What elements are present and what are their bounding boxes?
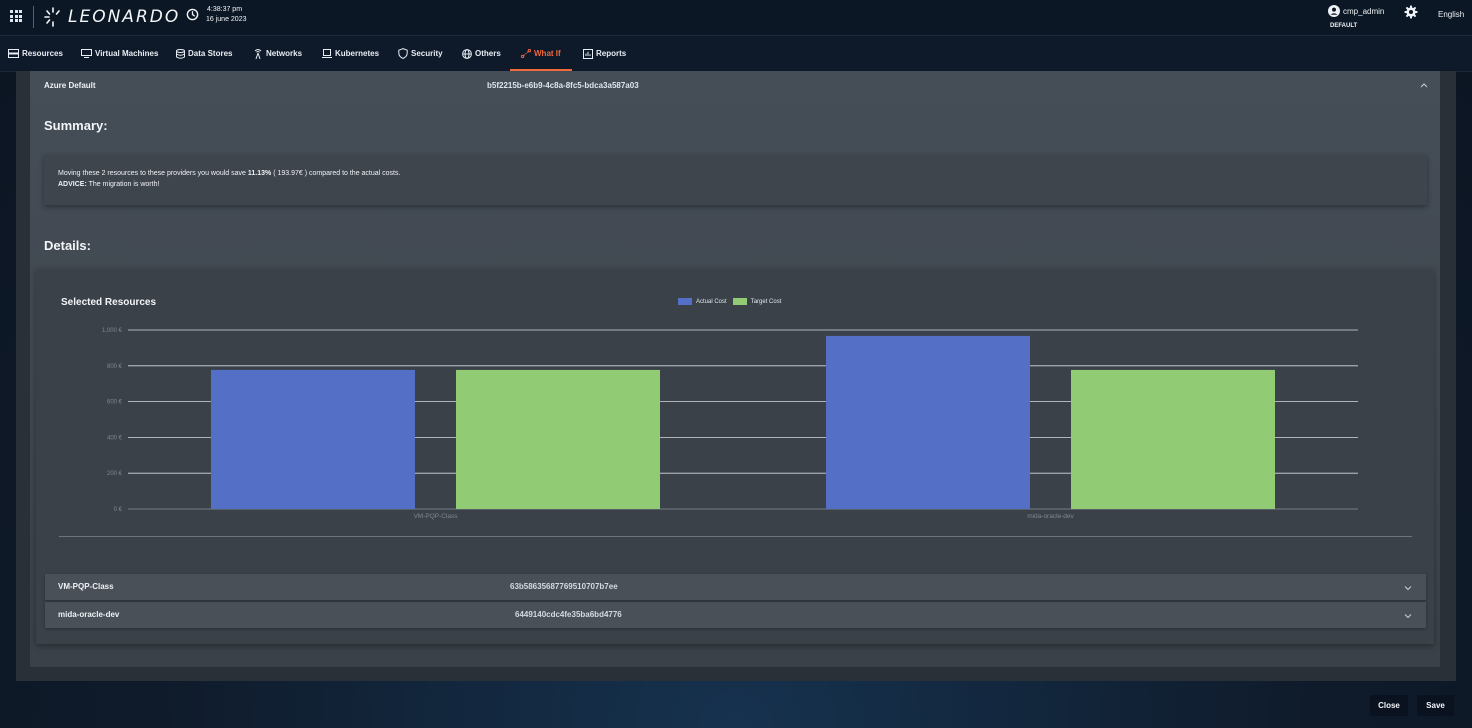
advice-text: ADVICE: The migration is worth! <box>58 181 159 188</box>
database-icon <box>176 48 185 59</box>
summary-text: Moving these 2 resources to these provid… <box>58 170 400 177</box>
bar-chart: 0 € 200 € 400 € 600 € 800 € 1,000 € VM-PQP-Cla… <box>102 328 1358 520</box>
user-avatar-icon <box>1328 5 1340 17</box>
nav-item-reports[interactable]: Reports <box>583 36 626 71</box>
current-time: 4:38:37 pm <box>207 6 243 13</box>
y-tick-label: 200 € <box>107 471 123 477</box>
chevron-down-icon[interactable] <box>1404 585 1412 591</box>
resource-id: 63b58635687769510707b7ee <box>510 582 618 591</box>
divider <box>59 536 1412 537</box>
chart-title: Selected Resources <box>61 297 157 308</box>
brand-logo[interactable]: LEONARDO <box>44 5 180 29</box>
summary-heading: Summary: <box>44 118 108 133</box>
provider-id: b5f2215b-e6b9-4c8a-8fc5-bdca3a587a03 <box>487 81 639 90</box>
globe-icon <box>462 48 472 59</box>
summary-card: Moving these 2 resources to these provid… <box>44 155 1427 205</box>
bar-actual-cost[interactable] <box>211 369 415 509</box>
chevron-up-icon[interactable] <box>1420 82 1428 88</box>
username: cmp_admin <box>1343 6 1385 16</box>
main-nav: Resources Virtual Machines Data Stores N… <box>0 36 1472 72</box>
resource-row[interactable]: VM-PQP-Class 63b58635687769510707b7ee <box>45 574 1426 600</box>
divider <box>33 6 34 28</box>
user-menu[interactable]: cmp_admin <box>1328 5 1384 17</box>
y-tick-label: 600 € <box>107 400 123 406</box>
gear-icon[interactable] <box>1404 5 1418 19</box>
x-tick-label: VM-PQP-Class <box>413 513 458 520</box>
leonardo-logo-icon <box>44 7 60 27</box>
bar-target-cost[interactable] <box>456 369 660 509</box>
nav-item-security[interactable]: Security <box>398 36 443 71</box>
nav-item-resources[interactable]: Resources <box>8 36 63 71</box>
details-heading: Details: <box>44 238 91 253</box>
top-bar: LEONARDO 4:38:37 pm 16 june 2023 cmp_adm… <box>0 0 1472 36</box>
resource-name: mida-oracle-dev <box>58 610 120 619</box>
save-button[interactable]: Save <box>1417 695 1454 716</box>
nav-label: Security <box>411 49 443 58</box>
y-tick-label: 800 € <box>107 364 123 370</box>
advice-label: ADVICE: <box>58 181 87 188</box>
bar-actual-cost[interactable] <box>826 335 1030 509</box>
nav-item-kubernetes[interactable]: Kubernetes <box>322 36 379 71</box>
app-grid-icon[interactable] <box>10 10 22 22</box>
nav-label: Data Stores <box>188 49 233 58</box>
summary-savings: ( 193.97€ ) compared to the actual costs… <box>271 170 401 177</box>
route-icon <box>521 49 531 58</box>
y-tick-label: 400 € <box>107 435 123 441</box>
legend-label-actual[interactable]: Actual Cost <box>696 299 727 305</box>
shield-icon <box>398 48 408 59</box>
tenant-label: DEFAULT <box>1330 23 1358 29</box>
antenna-icon <box>254 48 262 59</box>
bar-target-cost[interactable] <box>1071 369 1275 509</box>
current-date: 16 june 2023 <box>206 16 247 23</box>
nav-label: What If <box>534 49 561 58</box>
nav-label: Others <box>475 49 501 58</box>
nav-item-what-if[interactable]: What If <box>521 36 561 71</box>
chevron-down-icon[interactable] <box>1404 613 1412 619</box>
nav-label: Kubernetes <box>335 49 380 58</box>
report-icon <box>583 48 593 59</box>
brand-name: LEONARDO <box>68 7 181 27</box>
resource-row[interactable]: mida-oracle-dev 6449140cdc4fe35ba6bd4776 <box>45 602 1426 628</box>
y-tick-label: 1,000 € <box>102 328 123 334</box>
clock-icon <box>186 8 199 21</box>
nav-label: Reports <box>596 49 627 58</box>
legend-swatch-actual <box>678 298 692 305</box>
nav-label: Networks <box>266 49 303 58</box>
monitor-icon <box>81 49 92 58</box>
provider-name: Azure Default <box>44 81 96 90</box>
nav-item-others[interactable]: Others <box>462 36 501 71</box>
nav-item-data-stores[interactable]: Data Stores <box>176 36 232 71</box>
legend-label-target[interactable]: Target Cost <box>751 299 782 305</box>
legend-swatch-target <box>732 298 747 305</box>
server-icon <box>8 49 19 58</box>
language-selector[interactable]: English <box>1438 10 1464 19</box>
resource-id: 6449140cdc4fe35ba6bd4776 <box>515 610 622 619</box>
nav-label: Virtual Machines <box>95 49 159 58</box>
advice-message: The migration is worth! <box>86 181 160 188</box>
nav-item-virtual-machines[interactable]: Virtual Machines <box>81 36 158 71</box>
datetime: 4:38:37 pm 16 june 2023 <box>206 5 246 25</box>
close-button[interactable]: Close <box>1370 695 1408 716</box>
nav-item-networks[interactable]: Networks <box>253 36 302 71</box>
laptop-icon <box>322 49 332 58</box>
resource-name: VM-PQP-Class <box>58 582 114 591</box>
nav-label: Resources <box>22 49 63 58</box>
summary-prefix: Moving these 2 resources to these provid… <box>58 170 248 177</box>
savings-percent: 11.13% <box>247 170 272 177</box>
y-tick-label: 0 € <box>114 507 123 513</box>
chart-legend: Actual Cost Target Cost <box>678 298 781 305</box>
x-tick-label: mida-oracle-dev <box>1027 513 1074 520</box>
